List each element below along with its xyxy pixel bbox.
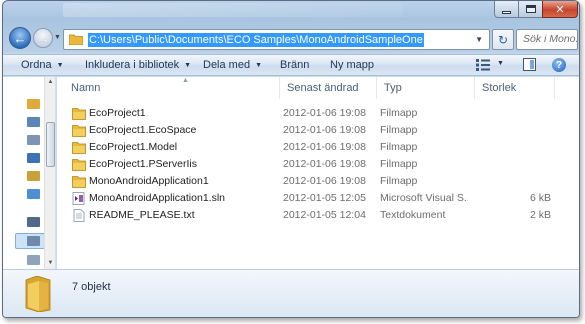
minimize-icon — [495, 1, 518, 17]
organize-button[interactable]: Ordna ▼ — [21, 59, 64, 71]
desktop-icon[interactable] — [27, 117, 40, 127]
views-chevron-icon[interactable]: ▼ — [497, 60, 504, 67]
new-folder-button[interactable]: Ny mapp — [330, 59, 374, 71]
file-date: 2012-01-05 12:05 — [283, 192, 366, 204]
address-dropdown-icon[interactable]: ▼ — [475, 35, 483, 44]
close-button[interactable]: ✕ — [542, 1, 578, 18]
folder-icon — [72, 142, 86, 154]
burn-button[interactable]: Bränn — [280, 59, 309, 71]
refresh-button[interactable]: ↻ — [492, 29, 514, 50]
file-row[interactable]: README_PLEASE.txt 2012-01-05 12:04 Textd… — [69, 207, 574, 224]
file-date: 2012-01-05 12:04 — [283, 209, 366, 221]
file-size: 6 kB — [529, 192, 551, 204]
network-icon[interactable] — [27, 255, 40, 265]
chevron-down-icon: ▼ — [184, 62, 192, 69]
search-placeholder: Sök i Mono... — [523, 33, 580, 45]
file-date: 2012-01-06 19:08 — [283, 107, 366, 119]
minimize-button[interactable] — [494, 1, 519, 18]
close-icon: ✕ — [555, 3, 565, 16]
item-count: 7 objekt — [72, 281, 111, 293]
text-document-icon — [73, 209, 85, 222]
search-input[interactable]: Sök i Mono... — [516, 29, 580, 50]
documents-icon[interactable] — [27, 171, 40, 181]
column-header-name[interactable]: Namn — [63, 77, 281, 100]
back-button[interactable]: ← — [9, 27, 31, 49]
folder-icon — [72, 125, 86, 137]
computer-icon[interactable] — [27, 217, 40, 227]
file-name: EcoProject1.Model — [89, 141, 178, 153]
file-name: EcoProject1 — [89, 107, 146, 119]
explorer-window: ✕ ← → ▼ C:\Users\Public\Documents\ECO Sa… — [2, 0, 580, 318]
folder-icon — [72, 159, 86, 171]
include-in-library-label: Inkludera i bibliotek — [85, 59, 180, 71]
file-name: EcoProject1.EcoSpace — [89, 124, 197, 136]
file-row[interactable]: MonoAndroidApplication1.sln 2012-01-05 1… — [69, 190, 574, 207]
title-bar[interactable]: ✕ — [3, 1, 579, 23]
address-path[interactable]: C:\Users\Public\Documents\ECO Samples\Mo… — [88, 33, 424, 47]
music-icon[interactable] — [27, 189, 40, 199]
organize-label: Ordna — [21, 59, 52, 71]
file-row[interactable]: EcoProject1 2012-01-06 19:08 Filmapp — [69, 105, 574, 122]
file-row[interactable]: EcoProject1.PServerIis 2012-01-06 19:08 … — [69, 156, 574, 173]
scroll-down-icon[interactable]: ▼ — [46, 260, 55, 266]
file-name: README_PLEASE.txt — [89, 209, 195, 221]
file-type: Filmapp — [380, 141, 418, 153]
file-name: MonoAndroidApplication1.sln — [89, 192, 226, 204]
help-icon[interactable]: ? — [552, 58, 566, 72]
file-type: Filmapp — [380, 124, 418, 136]
file-size: 2 kB — [529, 209, 551, 221]
drive-icon[interactable] — [27, 236, 40, 246]
recent-pages-chevron-icon[interactable]: ▼ — [54, 34, 61, 41]
file-row[interactable]: EcoProject1.Model 2012-01-06 19:08 Filma… — [69, 139, 574, 156]
downloads-icon[interactable] — [27, 135, 40, 145]
chevron-down-icon: ▼ — [56, 62, 64, 69]
file-row[interactable]: EcoProject1.EcoSpace 2012-01-06 19:08 Fi… — [69, 122, 574, 139]
visual-studio-solution-icon — [72, 192, 85, 205]
scroll-up-icon[interactable]: ▲ — [46, 79, 55, 85]
folder-icon — [72, 108, 86, 120]
file-name: MonoAndroidApplication1 — [89, 175, 209, 187]
preview-pane-icon[interactable] — [523, 58, 536, 71]
folder-icon — [72, 176, 86, 188]
address-bar[interactable]: C:\Users\Public\Documents\ECO Samples\Mo… — [63, 29, 490, 50]
maximize-button[interactable] — [518, 1, 543, 18]
details-pane: 7 objekt — [3, 269, 579, 317]
command-bar: Ordna ▼ Inkludera i bibliotek ▼ Dela med ▼ … — [3, 54, 579, 76]
views-icon[interactable] — [476, 59, 490, 71]
forward-arrow-icon: → — [36, 30, 50, 46]
folder-icon — [25, 276, 51, 312]
file-date: 2012-01-06 19:08 — [283, 158, 366, 170]
column-header-size[interactable]: Storlek — [474, 77, 554, 100]
file-type: Filmapp — [380, 158, 418, 170]
nav-scrollbar[interactable]: ▲ ▼ — [44, 77, 55, 269]
file-type: Textdokument — [380, 209, 446, 221]
column-header-date[interactable]: Senast ändrad — [279, 77, 376, 100]
file-type: Microsoft Visual S... — [380, 192, 468, 204]
maximize-icon — [519, 1, 542, 17]
libraries-icon[interactable] — [27, 153, 40, 163]
back-arrow-icon: ← — [13, 30, 27, 46]
file-date: 2012-01-06 19:08 — [283, 141, 366, 153]
file-date: 2012-01-06 19:08 — [283, 124, 366, 136]
title-bar-blur — [63, 3, 403, 17]
file-row[interactable]: MonoAndroidApplication1 2012-01-06 19:08… — [69, 173, 574, 190]
favorites-icon[interactable] — [27, 99, 40, 109]
file-type: Filmapp — [380, 107, 418, 119]
include-in-library-button[interactable]: Inkludera i bibliotek ▼ — [85, 59, 191, 71]
forward-button[interactable]: → — [33, 28, 53, 48]
share-with-label: Dela med — [203, 59, 251, 71]
scroll-thumb[interactable] — [46, 122, 55, 167]
file-type: Filmapp — [380, 175, 418, 187]
navigation-pane[interactable]: ▲ ▼ — [3, 77, 56, 269]
folder-icon — [69, 34, 83, 45]
file-date: 2012-01-06 19:08 — [283, 175, 366, 187]
file-name: EcoProject1.PServerIis — [89, 158, 197, 170]
chevron-down-icon: ▼ — [255, 62, 263, 69]
file-list[interactable]: ▲ Namn Senast ändrad Typ Storlek EcoProj… — [57, 77, 579, 269]
refresh-icon: ↻ — [497, 32, 509, 47]
column-divider[interactable] — [554, 77, 555, 99]
share-with-button[interactable]: Dela med ▼ — [203, 59, 262, 71]
column-header-type[interactable]: Typ — [376, 77, 474, 100]
